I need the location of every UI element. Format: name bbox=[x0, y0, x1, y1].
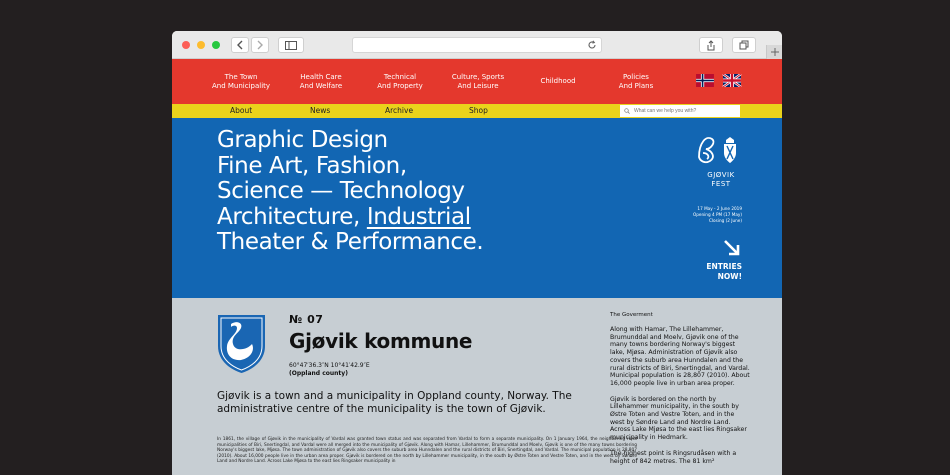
nav-item-childhood[interactable]: Childhood bbox=[518, 77, 598, 86]
fest-name: GJØVIK FEST bbox=[696, 171, 746, 189]
government-sidebar: The Goverment Along with Hamar, The Lill… bbox=[610, 312, 750, 473]
reload-icon[interactable] bbox=[587, 40, 597, 50]
hero-underlined-word[interactable]: Industrial bbox=[367, 204, 471, 230]
sidebar-button[interactable] bbox=[278, 37, 304, 53]
subnav-news[interactable]: News bbox=[310, 106, 330, 115]
back-button[interactable] bbox=[231, 37, 249, 53]
back-icon bbox=[237, 40, 243, 50]
nav-item-technical[interactable]: Technical And Property bbox=[360, 73, 440, 91]
hero-line: Science — Technology bbox=[217, 178, 465, 204]
sidebar-paragraph: Along with Hamar, The Lillehammer, Brumu… bbox=[610, 326, 750, 387]
plus-icon bbox=[770, 48, 779, 56]
swan-crest-icon bbox=[218, 315, 265, 373]
forward-icon bbox=[257, 40, 263, 50]
fest-closing: Closing (2 June) bbox=[708, 218, 742, 223]
gjovik-fest-logo-icon bbox=[698, 137, 736, 164]
nav-item-health[interactable]: Health Care And Welfare bbox=[281, 73, 361, 91]
nav-item-town[interactable]: The Town And Municipality bbox=[201, 73, 281, 91]
tabs-button[interactable] bbox=[732, 37, 756, 53]
hero-line-text: Architecture, bbox=[217, 203, 367, 230]
minimize-window-button[interactable] bbox=[197, 41, 205, 49]
sidebar-icon bbox=[285, 40, 297, 50]
body-paragraph: In 1861, the village of Gjøvik in the mu… bbox=[217, 437, 637, 465]
arrow-down-right-icon[interactable] bbox=[723, 239, 741, 257]
county-label: (Oppland county) bbox=[289, 370, 348, 377]
municipality-section: № 07 Gjøvik kommune 60°47′36.3″N 10°41′4… bbox=[172, 298, 782, 475]
norway-flag-icon[interactable] bbox=[695, 74, 715, 87]
lead-paragraph: Gjøvik is a town and a municipality in O… bbox=[217, 390, 572, 415]
hero-banner: Graphic Design Fine Art, Fashion, Scienc… bbox=[172, 118, 782, 298]
municipality-name: Gjøvik kommune bbox=[289, 329, 473, 353]
close-window-button[interactable] bbox=[182, 41, 190, 49]
hero-line: Graphic Design bbox=[217, 127, 388, 153]
hero-line: Architecture, Industrial bbox=[217, 203, 483, 231]
subnav-about[interactable]: About bbox=[230, 106, 252, 115]
fest-name-line2: FEST bbox=[711, 180, 731, 188]
subnav-shop[interactable]: Shop bbox=[469, 106, 488, 115]
nav-item-culture[interactable]: Culture, Sports And Leisure bbox=[438, 73, 518, 91]
entries-line2: NOW! bbox=[717, 271, 742, 281]
sidebar-heading: The Goverment bbox=[610, 312, 653, 318]
hero-headline: Graphic Design Fine Art, Fashion, Scienc… bbox=[217, 127, 484, 256]
hero-line: Fine Art, Fashion, bbox=[217, 152, 407, 179]
browser-window: The Town And Municipality Health Care An… bbox=[172, 31, 782, 475]
coordinates: 60°47′36.3″N 10°41′42.9″E (Oppland count… bbox=[289, 362, 370, 378]
new-tab-button[interactable] bbox=[766, 45, 782, 59]
entries-line1: ENTRIES bbox=[706, 262, 742, 271]
share-icon bbox=[707, 39, 715, 50]
main-nav: The Town And Municipality Health Care An… bbox=[172, 59, 782, 104]
municipality-number: № 07 bbox=[289, 313, 324, 326]
fest-name-line1: GJØVIK bbox=[707, 171, 735, 179]
maximize-window-button[interactable] bbox=[212, 41, 220, 49]
sub-nav: About News Archive Shop bbox=[172, 104, 782, 118]
nav-item-policies[interactable]: Policies And Plans bbox=[596, 73, 676, 91]
hero-line: Theater & Performance. bbox=[217, 229, 484, 255]
forward-button[interactable] bbox=[251, 37, 269, 53]
entries-now-link[interactable]: ENTRIES NOW! bbox=[682, 262, 742, 281]
fest-dates: 17 May - 2 June 2019 Opening 4 PM (17 Ma… bbox=[662, 206, 742, 224]
tabs-icon bbox=[739, 40, 749, 50]
coordinates-value: 60°47′36.3″N 10°41′42.9″E bbox=[289, 362, 370, 369]
sidebar-paragraph: The highest point is Ringsrudåsen with a… bbox=[610, 449, 737, 465]
uk-flag-icon[interactable] bbox=[722, 74, 742, 87]
sidebar-paragraph: Gjøvik is bordered on the north by Lille… bbox=[610, 395, 747, 442]
address-bar[interactable] bbox=[352, 37, 602, 53]
subnav-archive[interactable]: Archive bbox=[385, 106, 413, 115]
search-icon bbox=[624, 108, 630, 114]
search-input[interactable] bbox=[620, 105, 740, 117]
browser-titlebar bbox=[172, 31, 782, 59]
share-button[interactable] bbox=[699, 37, 723, 53]
